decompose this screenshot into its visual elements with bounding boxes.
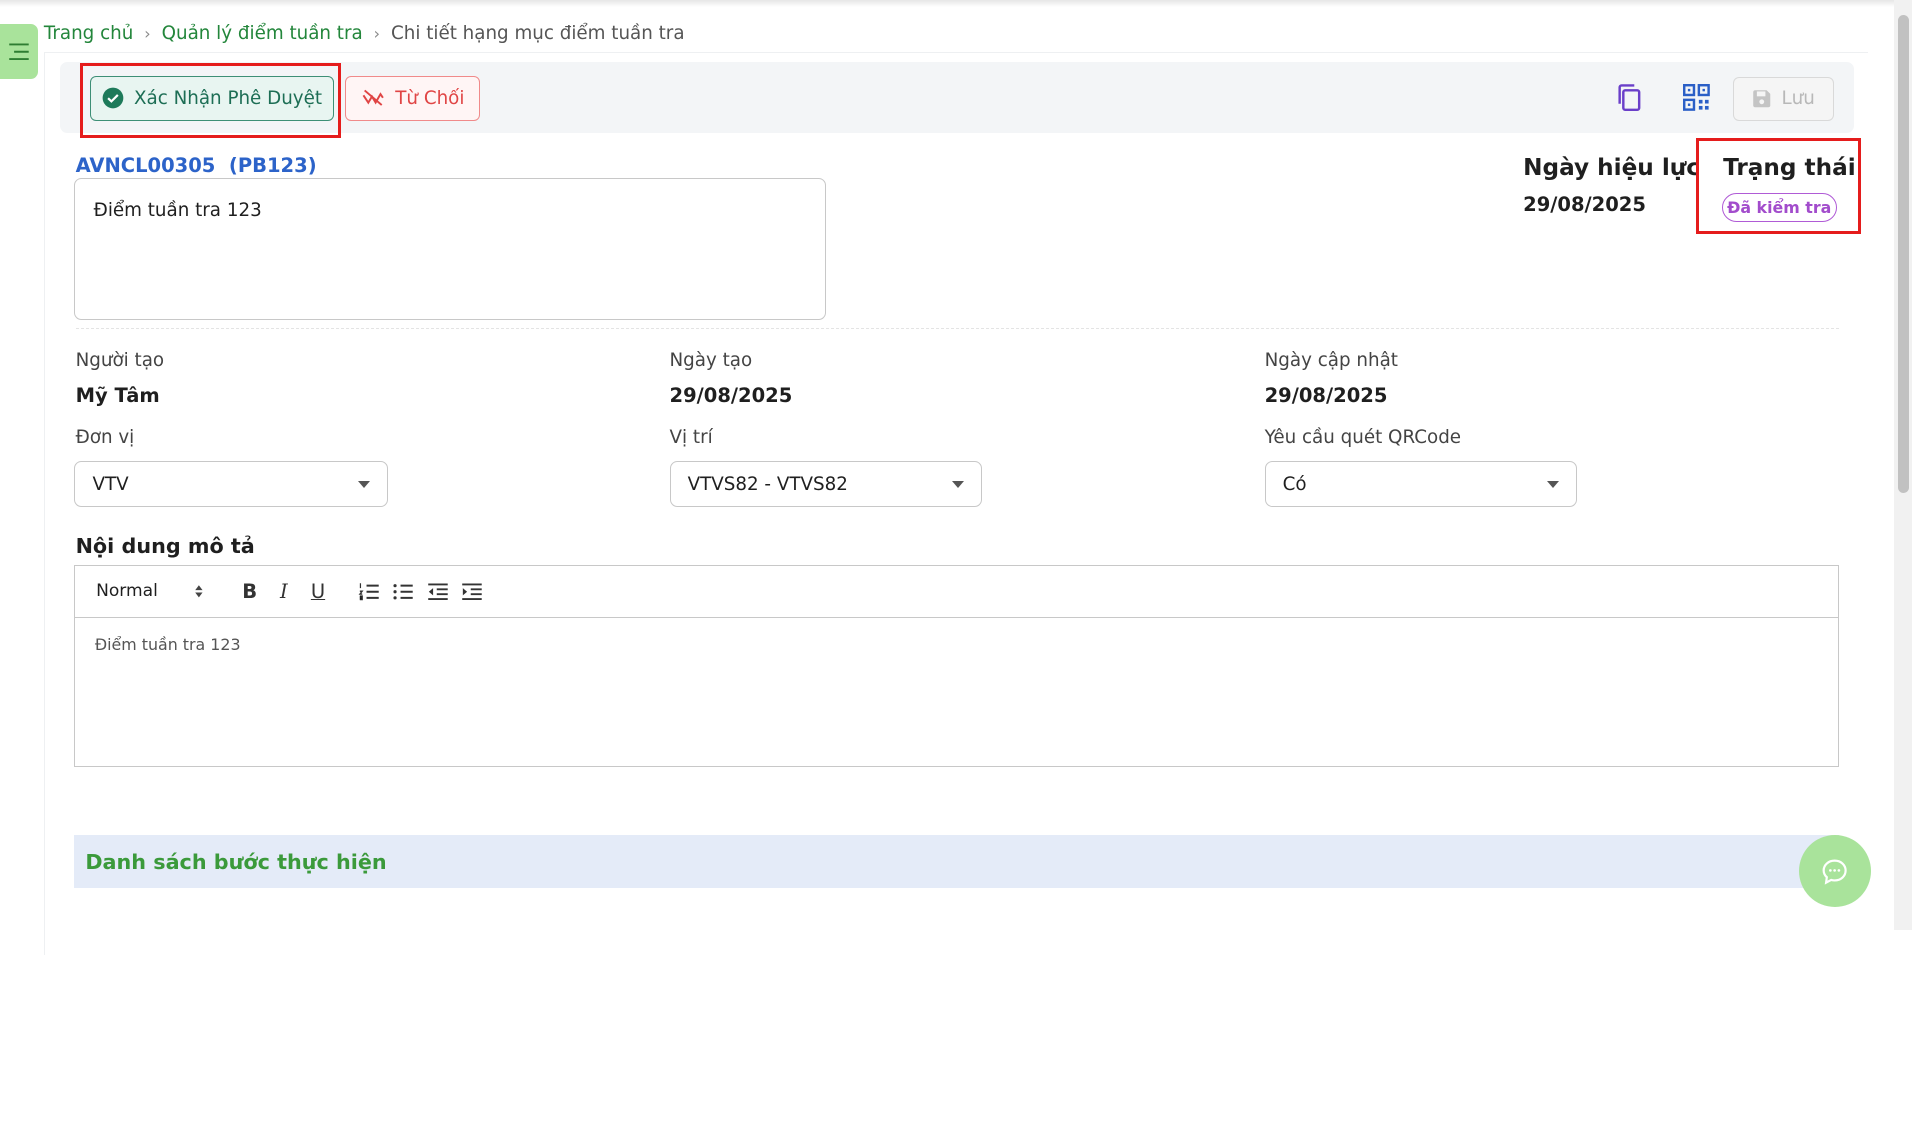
unit-select[interactable]: VTV [74,460,388,508]
outdent-icon [427,583,448,600]
unit-label: Đơn vị [75,426,135,448]
underline-icon: U [310,579,326,603]
steps-section-title: Danh sách bước thực hiện [85,849,387,874]
highlight-box-approve [80,63,342,138]
bold-button[interactable]: B [233,574,267,608]
effective-date-value: 29/08/2025 [1523,192,1646,216]
sidebar-toggle-button[interactable] [0,24,38,80]
bullet-list-button[interactable] [386,574,420,608]
editor-content-text: Điểm tuần tra 123 [94,635,241,655]
qr-code-icon [1682,84,1710,111]
unit-select-value: VTV [92,473,129,495]
editor-content[interactable]: Điểm tuần tra 123 [75,618,1838,671]
reject-button[interactable]: Từ Chối [345,75,481,121]
location-label: Vị trí [669,426,713,448]
copy-icon [1618,84,1641,111]
text-format-value: Normal [96,581,158,602]
scrollbar-thumb[interactable] [1897,14,1909,493]
caret-down-icon [1546,480,1559,488]
indent-button[interactable] [455,574,489,608]
bold-icon: B [242,579,258,603]
breadcrumb-home-link[interactable]: Trang chủ [44,23,133,44]
creator-label: Người tạo [75,349,165,371]
qr-required-label: Yêu cầu quét QRCode [1264,426,1462,448]
description-title: Nội dung mô tả [75,534,255,559]
chat-bubble-icon [1822,859,1847,885]
italic-button[interactable]: I [267,574,301,608]
description-editor: Normal B I U Điểm tuần tra 123 [74,564,1839,768]
breadcrumb: Trang chủ › Quản lý điểm tuần tra › Chi … [44,23,685,44]
editor-toolbar: Normal B I U [75,566,1838,619]
menu-icon [9,43,29,61]
record-name-value: Điểm tuần tra 123 [93,199,262,221]
created-date-value: 29/08/2025 [669,384,793,408]
qr-required-select-value: Có [1282,473,1307,495]
highlight-box-status [1696,137,1861,235]
chevron-right-icon: › [373,24,380,44]
chevron-right-icon: › [144,24,151,44]
reject-button-label: Từ Chối [395,87,465,109]
italic-icon: I [280,579,288,603]
outdent-button[interactable] [420,574,454,608]
save-button-label: Lưu [1781,88,1815,110]
steps-section-header: Danh sách bước thực hiện [74,835,1839,888]
location-select[interactable]: VTVS82 - VTVS82 [669,460,982,508]
updated-date-value: 29/08/2025 [1264,384,1388,408]
qr-required-select[interactable]: Có [1264,460,1577,508]
creator-value: Mỹ Tâm [75,384,160,408]
indent-icon [461,583,482,600]
underline-button[interactable]: U [301,574,335,608]
caret-down-icon [357,480,370,488]
record-code: AVNCL00305 (PB123) [75,153,317,177]
updated-date-label: Ngày cập nhật [1264,349,1398,371]
ordered-list-icon [358,582,379,600]
caret-down-icon [951,480,964,488]
location-select-value: VTVS82 - VTVS82 [687,473,848,495]
divider [75,328,1839,329]
qr-code-button[interactable] [1676,77,1717,118]
ordered-list-button[interactable] [352,574,386,608]
save-icon [1753,90,1771,108]
updown-arrows-icon [194,585,203,598]
created-date-label: Ngày tạo [669,349,753,371]
record-name-field[interactable]: Điểm tuần tra 123 [74,178,826,320]
text-format-select[interactable]: Normal [96,581,218,601]
bullet-list-icon [393,583,414,600]
effective-date-label: Ngày hiệu lực [1523,153,1700,181]
breadcrumb-list-link[interactable]: Quản lý điểm tuần tra [162,23,363,44]
breadcrumb-current: Chi tiết hạng mục điểm tuần tra [390,23,685,45]
chat-button[interactable] [1798,835,1871,908]
reject-icon [362,90,384,107]
save-button[interactable]: Lưu [1732,76,1835,121]
copy-button[interactable] [1609,77,1650,118]
top-shadow [0,0,1912,8]
